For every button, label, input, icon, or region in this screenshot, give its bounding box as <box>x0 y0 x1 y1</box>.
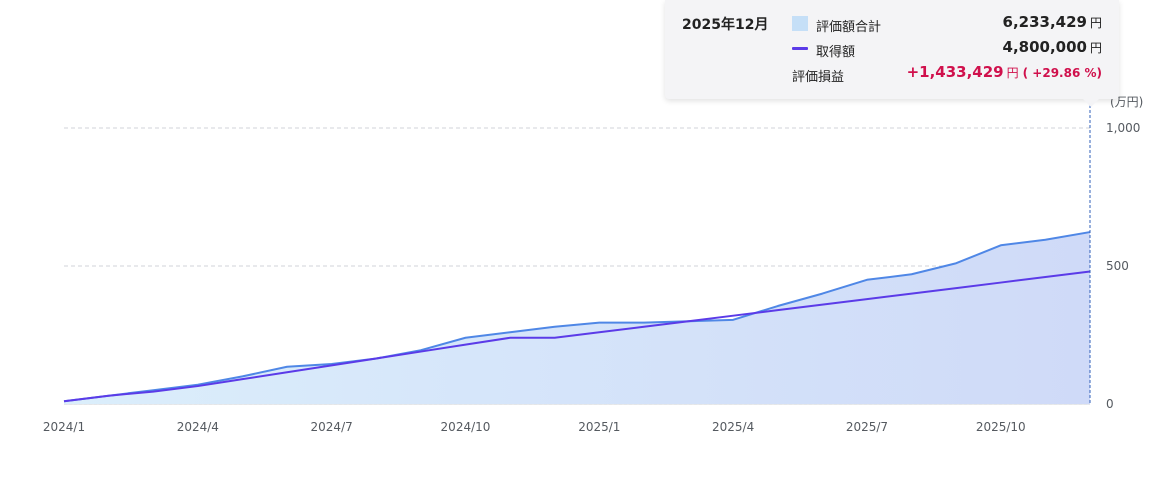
tooltip-value: 6,233,429 円 <box>1002 13 1102 31</box>
x-tick-label: 2025/4 <box>712 420 754 434</box>
tooltip-row-profit: 評価損益 +1,433,429 円( +29.86 %) <box>792 63 1102 85</box>
area-layer <box>63 231 1091 404</box>
y-tick-label: 1,000 <box>1106 121 1140 135</box>
tooltip-value: +1,433,429 円( +29.86 %) <box>906 63 1102 81</box>
cost-swatch-icon <box>792 47 808 50</box>
y-tick-label: 500 <box>1106 259 1129 273</box>
tooltip-value: 4,800,000 円 <box>1002 38 1102 56</box>
x-tick-label: 2024/10 <box>441 420 491 434</box>
valuation-swatch-icon <box>792 16 808 31</box>
x-tick-label: 2025/10 <box>976 420 1026 434</box>
hover-tooltip: 2025年12月 評価額合計 6,233,429 円 取得額 4,800,000 円… <box>665 0 1119 107</box>
x-tick-label: 2024/7 <box>311 420 353 434</box>
y-tick-label: 0 <box>1106 397 1114 411</box>
valuation-area <box>64 232 1090 404</box>
tooltip-label: 評価額合計 <box>816 20 882 35</box>
x-tick-label: 2024/4 <box>177 420 219 434</box>
x-axis-ticks: 2024/1 2024/4 2024/7 2024/10 2025/1 2025/4 202… <box>43 420 1026 434</box>
tooltip-label: 取得額 <box>816 45 856 60</box>
tooltip-row-valuation: 評価額合計 6,233,429 円 <box>792 13 1102 35</box>
x-tick-label: 2024/1 <box>43 420 85 434</box>
tooltip-label: 評価損益 <box>792 70 845 85</box>
y-axis-ticks: 0 500 1,000 <box>1106 121 1140 411</box>
x-tick-label: 2025/7 <box>846 420 888 434</box>
tooltip-month: 2025年12月 <box>682 17 769 33</box>
x-tick-label: 2025/1 <box>578 420 620 434</box>
tooltip-row-cost: 取得額 4,800,000 円 <box>792 38 1102 60</box>
